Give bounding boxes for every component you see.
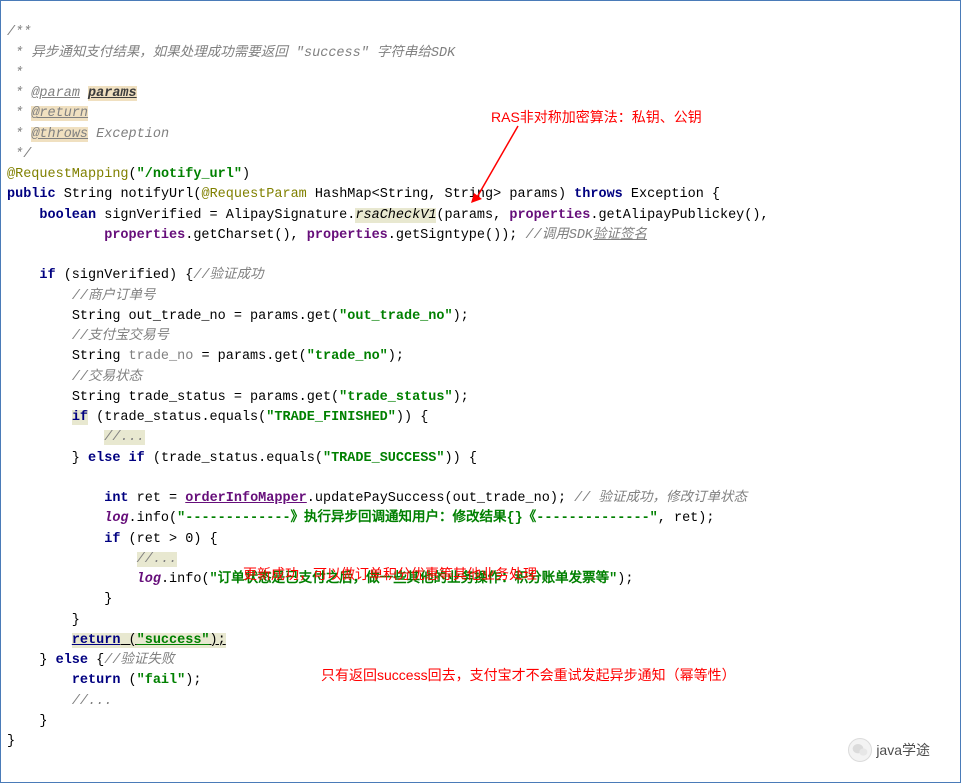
get-signtype: .getSigntype());: [388, 228, 518, 243]
alipay-signature: AlipaySignature: [226, 208, 348, 223]
trade-no-decl: String: [72, 349, 129, 364]
kw-if-1: if: [39, 268, 55, 283]
annotation-update-note: 更新成功，可以做订单积分优惠等其他业务处理: [243, 564, 537, 585]
doc-tag-throws: @throws: [31, 127, 88, 142]
trade-status-eq-2: (trade_status.equals(: [153, 451, 323, 466]
annotation-requestmapping: @RequestMapping: [7, 167, 129, 182]
merchant-order-comment: //商户订单号: [72, 289, 156, 304]
doc-line2: 异步通知支付结果，如果处理成功需要返回 "success" 字符串给SDK: [31, 46, 455, 61]
watermark-text: java学途: [876, 740, 930, 761]
if-ret: (ret > 0) {: [129, 532, 218, 547]
update-method: .updatePaySuccess(out_trade_no);: [307, 491, 566, 506]
trade-finished-str: "TRADE_FINISHED": [266, 410, 396, 425]
out-trade-no-decl: String out_trade_no = params.get(: [72, 309, 339, 324]
ellipsis-3: //...: [72, 694, 113, 709]
trade-status-str: "trade_status": [339, 390, 452, 405]
wechat-icon: [848, 738, 872, 762]
verify-comment: //调用SDK: [526, 228, 594, 243]
doc-close: */: [7, 147, 31, 162]
kw-if-2: if: [72, 410, 88, 425]
verify-comment-u: 验证签名: [593, 228, 647, 243]
kw-else: else: [56, 653, 88, 668]
code-viewer: /** * 异步通知支付结果，如果处理成功需要返回 "success" 字符串给…: [1, 1, 960, 754]
log-info-2: .info(: [161, 572, 210, 587]
ellipsis-1: //...: [104, 430, 145, 445]
kw-throws: throws: [574, 187, 623, 202]
exception-type: Exception: [631, 187, 704, 202]
annotation-rsa-note: RAS非对称加密算法：私钥、公钥: [491, 107, 702, 128]
log-str-1: "-------------》执行异步回调通知用户：修改结果{}《-------…: [177, 511, 658, 526]
kw-int: int: [104, 491, 128, 506]
alipay-trade-no-comment: //支付宝交易号: [72, 329, 169, 344]
mapping-path: "/notify_url": [137, 167, 242, 182]
trade-no-var: trade_no: [129, 349, 194, 364]
doc-line4-prefix: *: [7, 86, 31, 101]
fail-str: "fail": [137, 673, 186, 688]
properties-1: properties: [509, 208, 590, 223]
properties-3: properties: [307, 228, 388, 243]
rsa-method: rsaCheckV1: [355, 208, 436, 223]
log-args-1: , ret);: [658, 511, 715, 526]
var-signverified: signVerified: [104, 208, 201, 223]
kw-if-3: if: [104, 532, 120, 547]
trade-no-str: "trade_no": [307, 349, 388, 364]
get-publickey: .getAlipayPublickey(),: [590, 208, 768, 223]
doc-tag-return: @return: [31, 106, 88, 121]
kw-elseif: else if: [88, 451, 145, 466]
log-info-1: .info(: [129, 511, 178, 526]
annotation-success-note: 只有返回success回去，支付宝才不会重试发起异步通知（幂等性）: [321, 665, 736, 686]
ellipsis-2: //...: [137, 552, 178, 567]
log-2: log: [137, 572, 161, 587]
kw-return-2: return: [72, 673, 121, 688]
properties-2: properties: [104, 228, 185, 243]
doc-throws-type: Exception: [96, 127, 169, 142]
kw-return-1: return: [72, 633, 121, 648]
kw-boolean: boolean: [39, 208, 96, 223]
verify-success-comment: //验证成功: [193, 268, 263, 283]
param-type: HashMap<String, String>: [315, 187, 501, 202]
update-comment: // 验证成功，修改订单状态: [574, 491, 747, 506]
rsa-args1: (params,: [436, 208, 509, 223]
doc-line5-prefix: *: [7, 106, 31, 121]
trade-status-comment: //交易状态: [72, 370, 142, 385]
doc-param-name: params: [88, 86, 137, 101]
out-trade-no-str: "out_trade_no": [339, 309, 452, 324]
param-name: params: [509, 187, 558, 202]
doc-line3: *: [7, 66, 23, 81]
log-1: log: [104, 511, 128, 526]
order-info-mapper: orderInfoMapper: [185, 491, 307, 506]
doc-line6-prefix: *: [7, 127, 31, 142]
doc-tag-param: @param: [31, 86, 80, 101]
success-str: "success": [137, 633, 210, 648]
trade-success-str: "TRADE_SUCCESS": [323, 451, 445, 466]
doc-open: /**: [7, 25, 31, 40]
trade-status-decl: String trade_status = params.get(: [72, 390, 339, 405]
kw-public: public: [7, 187, 56, 202]
return-type: String: [64, 187, 113, 202]
get-charset: .getCharset(),: [185, 228, 307, 243]
verify-fail-comment: //验证失败: [104, 653, 174, 668]
trade-no-rest: = params.get(: [193, 349, 306, 364]
method-name: notifyUrl: [120, 187, 193, 202]
doc-line2-prefix: *: [7, 46, 31, 61]
watermark: java学途: [848, 738, 930, 762]
ret-var: ret: [137, 491, 161, 506]
trade-status-eq-1: (trade_status.equals(: [96, 410, 266, 425]
annotation-requestparam: @RequestParam: [201, 187, 306, 202]
